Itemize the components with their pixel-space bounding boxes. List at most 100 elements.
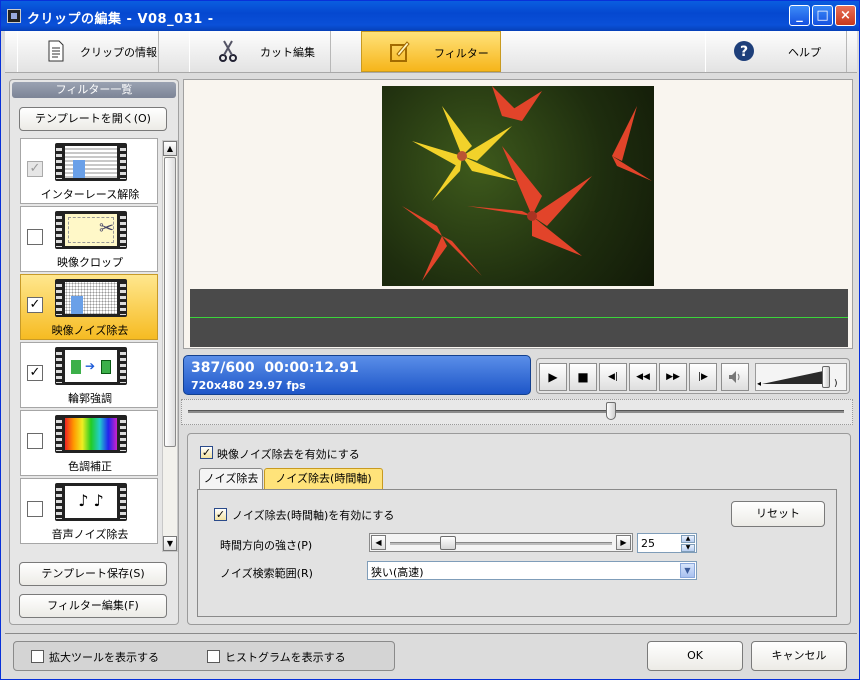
reset-button[interactable]: リセット — [731, 501, 825, 527]
audio-noise-icon: ♪ ♪ — [55, 483, 127, 521]
scroll-down-icon[interactable]: ▼ — [163, 536, 177, 551]
enable-temporal-label: ノイズ除去(時間軸)を有効にする — [232, 509, 395, 522]
save-template-button[interactable]: テンプレート保存(S) — [19, 562, 167, 586]
filter-label: 映像ノイズ除去 — [51, 324, 129, 337]
filter-label: 映像クロップ — [57, 256, 123, 269]
filter-checkbox[interactable] — [27, 501, 43, 517]
crop-icon: ✂ — [55, 211, 127, 249]
spin-up-icon[interactable]: ▲ — [681, 535, 695, 543]
filter-list-title: フィルター一覧 — [12, 82, 176, 98]
main-toolbar: クリップの情報 カット編集 フィルター ? ヘルプ — [5, 31, 857, 73]
step-forward-button[interactable]: |▶ — [689, 363, 717, 391]
filter-checkbox[interactable]: ✓ — [27, 365, 43, 381]
filter-checkbox[interactable]: ✓ — [27, 161, 43, 177]
filter-item-video-noise[interactable]: ✓ 映像ノイズ除去 — [20, 274, 158, 340]
show-zoom-checkbox[interactable] — [31, 650, 44, 663]
preview-image — [382, 86, 654, 286]
minimize-button[interactable]: _ — [789, 5, 810, 26]
edit-filter-button[interactable]: フィルター編集(F) — [19, 594, 167, 618]
strength-spinbox[interactable]: 25 ▲ ▼ — [637, 533, 697, 553]
filter-checkbox[interactable]: ✓ — [27, 297, 43, 313]
fast-forward-button[interactable]: ▶▶ — [659, 363, 687, 391]
tab-label: フィルター — [434, 47, 489, 60]
film-app-icon — [7, 9, 21, 23]
tab-filter[interactable]: フィルター — [361, 31, 501, 72]
stop-button[interactable]: ■ — [569, 363, 597, 391]
show-histogram-checkbox[interactable] — [207, 650, 220, 663]
step-back-button[interactable]: ◀| — [599, 363, 627, 391]
search-range-select[interactable]: 狭い(高速) ▼ — [367, 561, 697, 580]
tab-label: クリップの情報 — [80, 46, 157, 59]
search-range-label: ノイズ検索範囲(R) — [220, 567, 313, 580]
title-bar[interactable]: クリップの編集 - V08_031 - _ □ × — [1, 1, 859, 31]
search-range-value: 狭い(高速) — [371, 566, 424, 579]
stop-icon: ■ — [577, 370, 589, 384]
maximize-button[interactable]: □ — [812, 5, 833, 26]
strength-label: 時間方向の強さ(P) — [220, 539, 313, 552]
play-button[interactable]: ▶ — [539, 363, 567, 391]
slider-right-icon[interactable]: ▶ — [616, 535, 631, 550]
scroll-up-icon[interactable]: ▲ — [163, 141, 177, 156]
cancel-button[interactable]: キャンセル — [751, 641, 847, 671]
seek-bar[interactable] — [181, 399, 853, 425]
tab-label: カット編集 — [260, 46, 315, 59]
enable-temporal-checkbox[interactable]: ✓ — [214, 508, 227, 521]
open-template-button[interactable]: テンプレートを開く(O) — [19, 107, 167, 131]
minimize-icon: _ — [796, 8, 803, 23]
filter-item-color-correction[interactable]: 色調補正 — [20, 410, 158, 476]
tab-noise-removal[interactable]: ノイズ除去 — [199, 468, 263, 490]
frame-counter: 387/600 — [191, 360, 255, 376]
filter-item-audio-noise[interactable]: ♪ ♪ 音声ノイズ除去 — [20, 478, 158, 544]
tab-cut-edit[interactable]: カット編集 — [189, 31, 331, 72]
filter-label: インターレース解除 — [40, 188, 140, 201]
show-histogram-label: ヒストグラムを表示する — [225, 651, 346, 664]
filter-checkbox[interactable] — [27, 433, 43, 449]
chevron-down-icon[interactable]: ▼ — [680, 563, 695, 578]
footer-divider — [5, 633, 857, 634]
tab-help[interactable]: ? ヘルプ — [705, 31, 847, 72]
filter-edit-icon — [390, 41, 410, 62]
ok-button[interactable]: OK — [647, 641, 743, 671]
maximize-icon: □ — [816, 8, 829, 23]
close-icon: × — [840, 8, 851, 23]
close-button[interactable]: × — [835, 5, 856, 26]
enable-filter-checkbox[interactable]: ✓ — [200, 446, 213, 459]
fast-forward-icon: ▶▶ — [666, 372, 680, 382]
rewind-icon: ◀◀ — [636, 372, 650, 382]
enable-filter-label: 映像ノイズ除去を有効にする — [217, 448, 360, 461]
spin-down-icon[interactable]: ▼ — [681, 544, 695, 552]
strength-slider[interactable]: ◀ ▶ — [369, 533, 633, 552]
video-format: 720x480 29.97 fps — [191, 379, 306, 392]
preview-area — [183, 79, 853, 349]
filter-label: 色調補正 — [68, 460, 112, 473]
window-title: クリップの編集 - V08_031 - — [27, 12, 214, 27]
tab-label: ヘルプ — [788, 46, 821, 59]
speaker-button[interactable] — [721, 363, 749, 391]
tab-clip-info[interactable]: クリップの情報 — [17, 31, 159, 72]
filter-checkbox[interactable] — [27, 229, 43, 245]
volume-knob[interactable] — [822, 366, 830, 388]
help-icon: ? — [734, 41, 754, 61]
filter-list: ✓ インターレース解除 ✂ 映像クロップ ✓ 映像ノイズ除去 ✓ ➔ 輪郭強調 — [20, 138, 158, 552]
volume-slider[interactable]: ◂ ) — [755, 363, 847, 391]
sharpen-icon: ➔ — [55, 347, 127, 385]
tab-temporal-noise-removal[interactable]: ノイズ除去(時間軸) — [264, 468, 383, 490]
seek-knob[interactable] — [606, 402, 617, 420]
volume-ramp: ◂ ) — [757, 370, 838, 389]
filter-list-scrollbar[interactable]: ▲ ▼ — [162, 140, 178, 552]
lily-flowers-image — [402, 86, 652, 281]
filter-item-deinterlace[interactable]: ✓ インターレース解除 — [20, 138, 158, 204]
strength-value[interactable]: 25 — [641, 537, 655, 550]
strength-knob[interactable] — [440, 536, 456, 550]
filter-item-sharpen[interactable]: ✓ ➔ 輪郭強調 — [20, 342, 158, 408]
strength-track — [390, 542, 612, 545]
seek-track — [188, 410, 844, 413]
rewind-button[interactable]: ◀◀ — [629, 363, 657, 391]
slider-left-icon[interactable]: ◀ — [371, 535, 386, 550]
color-correction-icon — [55, 415, 127, 453]
step-forward-icon: |▶ — [698, 372, 708, 382]
filter-item-crop[interactable]: ✂ 映像クロップ — [20, 206, 158, 272]
transport-controls: ▶ ■ ◀| ◀◀ ▶▶ |▶ ◂ ) — [536, 358, 850, 394]
scroll-thumb[interactable] — [164, 157, 176, 447]
svg-text:?: ? — [740, 44, 748, 60]
